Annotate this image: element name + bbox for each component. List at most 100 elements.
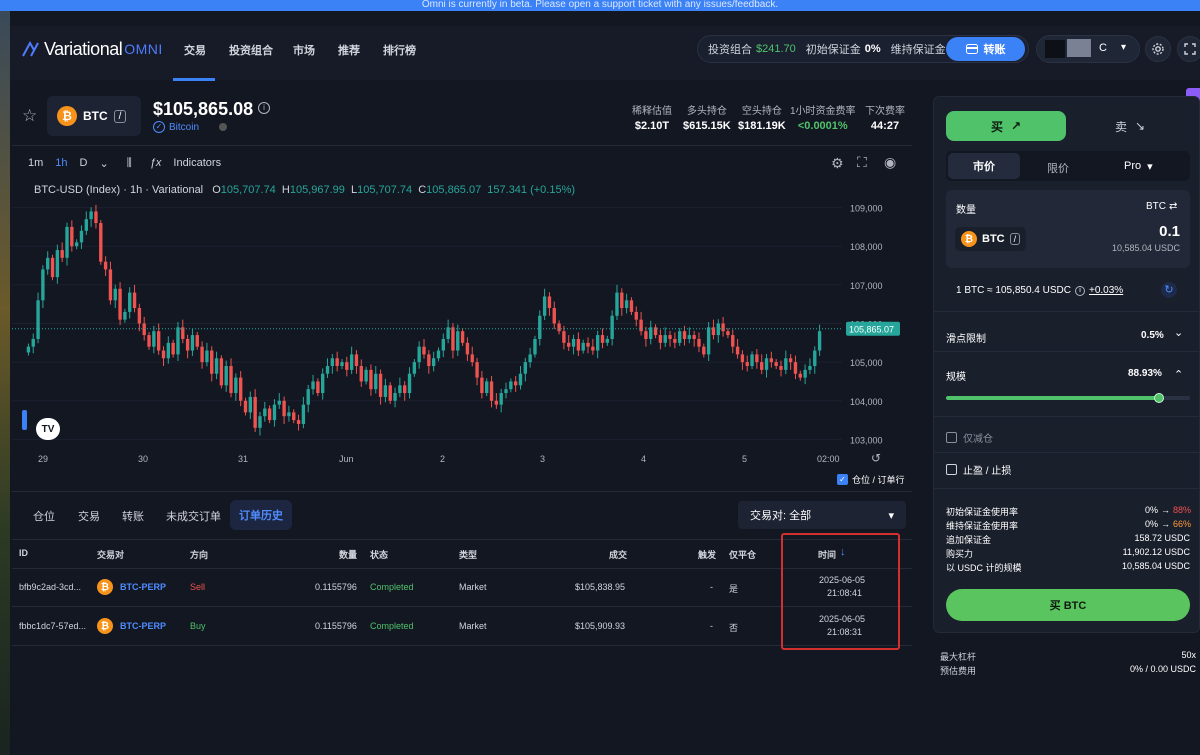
candle: [103, 261, 108, 270]
slippage-label: 滑点限制: [946, 334, 986, 345]
quantity-asset[interactable]: ₿ BTC /: [955, 227, 1027, 251]
order-type-market[interactable]: 市价: [948, 153, 1020, 179]
camera-icon[interactable]: ◉: [884, 154, 896, 171]
refresh-icon[interactable]: ↻: [1161, 282, 1177, 298]
candle: [513, 381, 518, 386]
tab-order-history[interactable]: 订单历史: [230, 500, 292, 530]
tradingview-logo[interactable]: TV: [36, 418, 60, 440]
info-icon[interactable]: i: [258, 102, 270, 114]
wallet-text: C: [1099, 42, 1107, 54]
size-slider-handle[interactable]: [1154, 393, 1164, 403]
nav-portfolio[interactable]: 投资组合: [229, 42, 273, 58]
tab-transfers[interactable]: 转账: [122, 508, 144, 524]
candle: [692, 335, 696, 339]
nav-markets[interactable]: 市场: [293, 42, 315, 58]
quantity-unit-toggle[interactable]: BTC ⇄: [1146, 201, 1177, 212]
candle: [668, 335, 672, 339]
candle: [340, 362, 344, 366]
price-chart[interactable]: 109,000108,000107,000106,000105,000104,0…: [12, 196, 912, 466]
buy-tab[interactable]: 买 ↗: [946, 111, 1066, 141]
ticker-name-row[interactable]: ✓ Bitcoin: [153, 121, 228, 133]
chevron-up-icon[interactable]: ⌃: [1174, 368, 1183, 381]
candle: [436, 350, 441, 359]
order-type-limit[interactable]: 限价: [1047, 160, 1069, 176]
y-tick-label: 107,000: [850, 281, 883, 291]
candle: [99, 223, 103, 262]
fullscreen-button[interactable]: [1177, 36, 1200, 62]
reset-chart-icon[interactable]: ↺: [871, 451, 881, 465]
metric-size-usdc-label: 以 USDC 计的规模: [946, 563, 1022, 573]
candle: [721, 323, 725, 332]
candle: [55, 250, 60, 278]
info-icon[interactable]: i: [1075, 285, 1085, 296]
scroll-handle[interactable]: [22, 410, 27, 430]
candle: [316, 381, 320, 394]
chart-fullscreen-icon[interactable]: ⛶: [857, 154, 867, 171]
chevron-down-icon[interactable]: ⌄: [1174, 326, 1183, 339]
pair-filter-select[interactable]: 交易对: 全部 ▾: [738, 501, 906, 529]
candle: [185, 338, 190, 351]
timeframe-1h[interactable]: 1h: [55, 157, 67, 170]
asset-slash-badge: /: [1009, 233, 1021, 245]
candle: [547, 296, 552, 309]
exchange-rate-pct: +0.03%: [1089, 285, 1124, 296]
chevron-down-icon: ▾: [1147, 161, 1153, 173]
exchange-rate: 1 BTC ≈ 105,850.4 USDC i +0.03%: [956, 285, 1123, 296]
buy-btc-button[interactable]: 买 BTC: [946, 589, 1190, 621]
candle: [46, 257, 50, 270]
candles-icon[interactable]: ⫼: [127, 157, 132, 170]
candle: [147, 335, 151, 347]
stat-long-oi: 多头持仓 $615.15K: [683, 106, 731, 132]
reduce-only-toggle[interactable]: 仅减仓: [946, 430, 993, 445]
nav-leaderboard[interactable]: 排行榜: [383, 42, 416, 58]
row1-trigger: -: [710, 582, 713, 592]
candle: [793, 362, 798, 374]
quantity-input[interactable]: 0.1: [1150, 223, 1180, 240]
order-type-pro[interactable]: Pro ▾: [1124, 160, 1153, 173]
indicators-icon[interactable]: ƒx: [150, 157, 162, 170]
ticker-selector[interactable]: ₿ BTC /: [47, 96, 141, 136]
transfer-button[interactable]: 转账: [946, 37, 1025, 61]
indicators-button[interactable]: Indicators: [173, 157, 221, 170]
candle: [200, 346, 204, 363]
logo[interactable]: Variational OMNI: [22, 39, 163, 59]
candle: [567, 342, 571, 347]
stat-fdv: 稀释估值 $2.10T: [632, 106, 672, 132]
row2-id[interactable]: fbbc1dc7-57ed...: [19, 621, 86, 631]
transfer-label: 转账: [983, 44, 1006, 56]
favorite-button[interactable]: ☆: [22, 106, 37, 126]
timeframe-d[interactable]: D: [80, 157, 88, 170]
x-tick-label: 02:00: [817, 454, 840, 464]
nav-referral[interactable]: 推荐: [338, 42, 360, 58]
candle: [571, 338, 576, 347]
tab-positions[interactable]: 仓位: [33, 508, 55, 524]
row1-pair[interactable]: BTC-PERP: [120, 582, 166, 592]
sell-tab[interactable]: 卖 ↘: [1070, 111, 1190, 141]
nav-trade[interactable]: 交易: [184, 42, 206, 58]
row1-id[interactable]: bfb9c2ad-3cd...: [19, 582, 81, 592]
positions-toggle[interactable]: ✓ 仓位 / 订单行: [837, 473, 905, 486]
settings-button[interactable]: [1145, 36, 1171, 62]
chevron-down-icon[interactable]: ⌄: [99, 157, 108, 170]
tp-sl-toggle[interactable]: 止盈 / 止损: [946, 462, 1011, 477]
candle: [267, 408, 272, 421]
candle: [677, 331, 682, 343]
redacted-block: [1067, 39, 1091, 57]
ohlc-low: 105,707.74: [357, 184, 413, 196]
sell-tab-label: 卖: [1114, 119, 1127, 134]
timeframe-1m[interactable]: 1m: [28, 157, 43, 170]
row2-pair[interactable]: BTC-PERP: [120, 621, 166, 631]
slippage-value[interactable]: 0.5%: [1141, 330, 1164, 341]
x-tick-label: 30: [138, 454, 148, 464]
row1-fill: $105,838.95: [575, 582, 626, 592]
chevron-down-icon: ▾: [888, 509, 894, 522]
candle: [108, 269, 113, 301]
ohlc-close: 105,865.07: [426, 184, 482, 196]
tab-trades[interactable]: 交易: [78, 508, 100, 524]
chart-settings-icon[interactable]: ⚙: [831, 155, 844, 172]
tab-open-orders[interactable]: 未成交订单: [166, 508, 221, 524]
pair-filter-label: 交易对: 全部: [750, 510, 812, 522]
wallet-button[interactable]: C ▾: [1036, 35, 1140, 63]
candle: [311, 381, 315, 390]
candle: [70, 226, 74, 247]
